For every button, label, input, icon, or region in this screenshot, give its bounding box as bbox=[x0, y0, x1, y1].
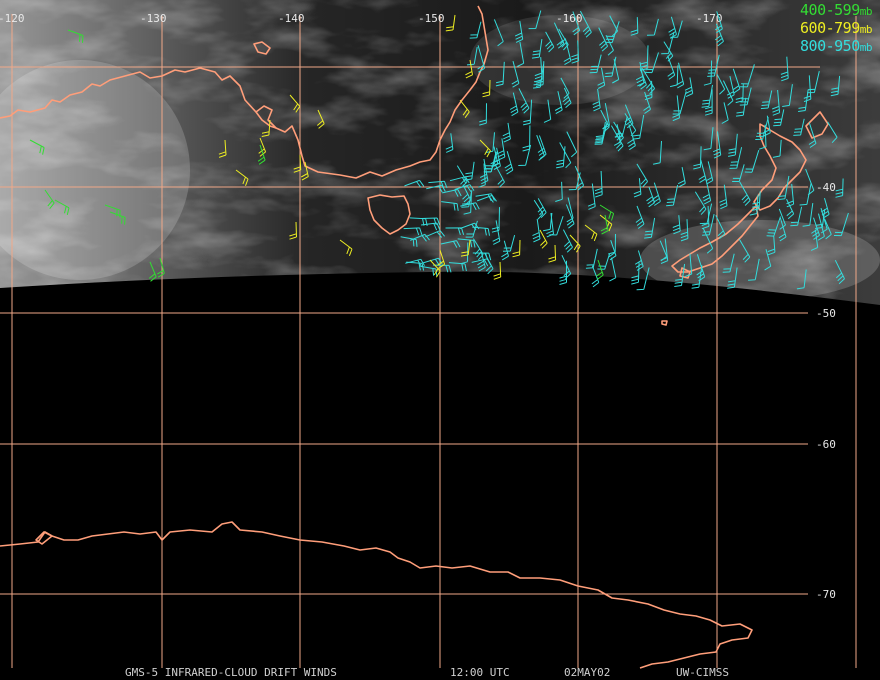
legend-400-599: 400-599mb bbox=[800, 1, 872, 19]
caption-product: GMS-5 INFRARED-CLOUD DRIFT WINDS bbox=[125, 666, 337, 679]
caption-source: UW-CIMSS bbox=[676, 666, 729, 679]
lon-label: -160 bbox=[556, 12, 583, 25]
map-canvas: -120 -130 -140 -150 -160 -170 -40 -50 -6… bbox=[0, 0, 880, 669]
caption-date: 02MAY02 bbox=[564, 666, 611, 679]
lat-label: -70 bbox=[816, 588, 836, 601]
legend-800-950: 800-950mb bbox=[800, 37, 872, 55]
lat-label: -40 bbox=[816, 181, 836, 194]
lon-label: -150 bbox=[418, 12, 445, 25]
satellite-wind-map: -120 -130 -140 -150 -160 -170 -40 -50 -6… bbox=[0, 0, 880, 680]
lon-label: -130 bbox=[140, 12, 167, 25]
lat-label: -50 bbox=[816, 307, 836, 320]
auckland-island bbox=[661, 320, 668, 326]
pressure-legend: 400-599mb 600-799mb 800-950mb bbox=[800, 2, 872, 56]
lat-label: -60 bbox=[816, 438, 836, 451]
image-caption: GMS-5 INFRARED-CLOUD DRIFT WINDS 12:00 U… bbox=[0, 601, 880, 679]
lon-label: -140 bbox=[278, 12, 305, 25]
caption-time: 12:00 UTC bbox=[450, 666, 510, 679]
lon-label: -120 bbox=[0, 12, 25, 25]
legend-600-799: 600-799mb bbox=[800, 19, 872, 37]
